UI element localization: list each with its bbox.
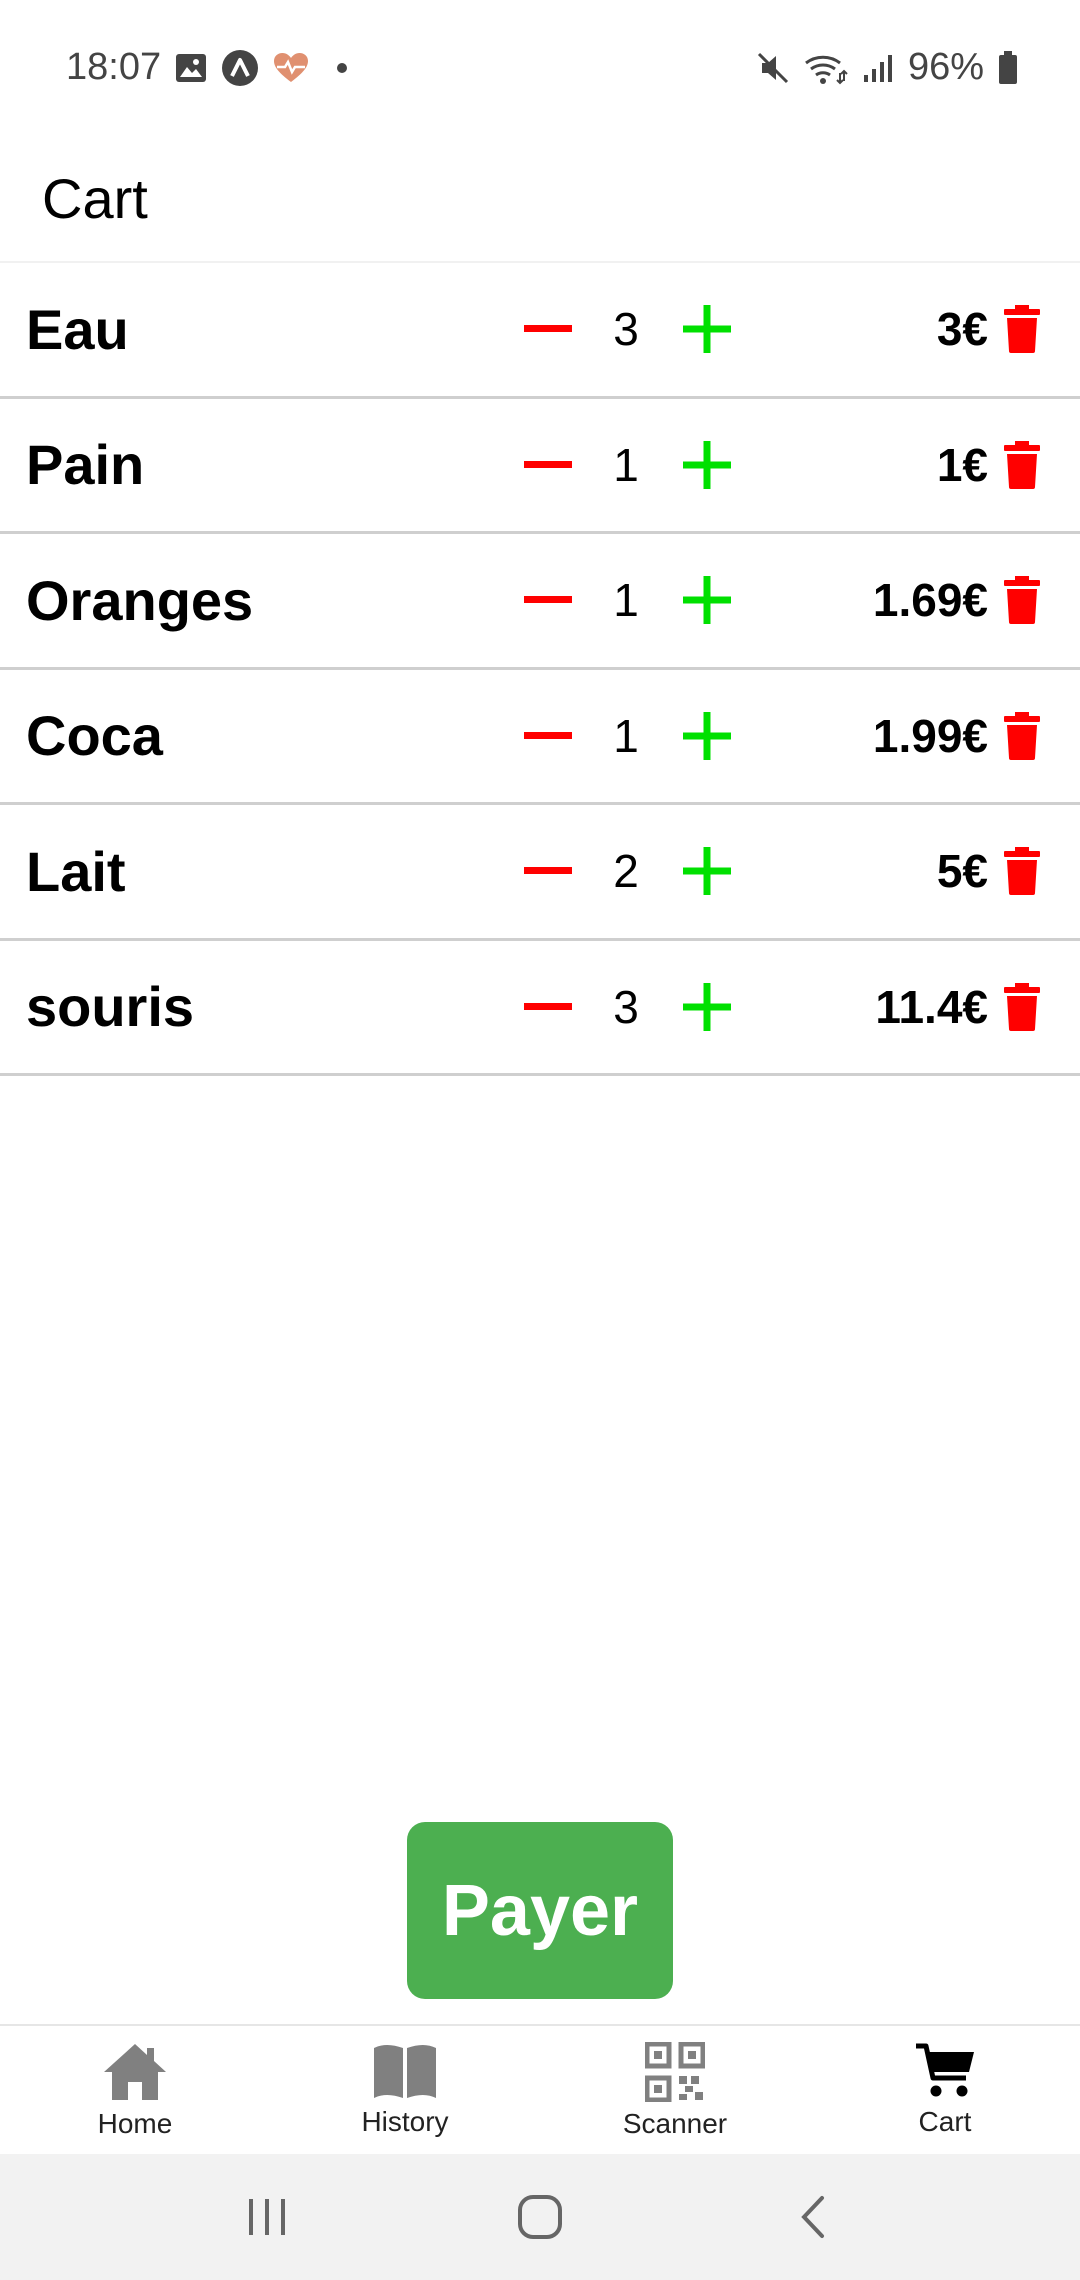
minus-icon — [524, 596, 572, 604]
minus-icon — [524, 731, 572, 739]
trash-icon — [1004, 576, 1040, 625]
minus-icon — [524, 867, 572, 875]
qr-code-icon — [645, 2042, 705, 2102]
delete-item-button[interactable] — [1002, 710, 1042, 762]
item-price: 3€ — [936, 303, 988, 356]
tab-home[interactable]: Home — [0, 2026, 270, 2154]
image-icon — [175, 53, 207, 83]
item-price: 1€ — [936, 438, 988, 491]
item-name: Coca — [26, 704, 163, 768]
wifi-icon — [804, 51, 848, 85]
delete-item-button[interactable] — [1002, 303, 1042, 355]
status-bar: 18:07 96% — [0, 0, 1080, 135]
trash-icon — [1004, 305, 1040, 354]
mute-icon — [756, 51, 790, 85]
app-header: Cart — [0, 135, 1080, 263]
decrease-quantity-button[interactable] — [523, 304, 573, 354]
decrease-quantity-button[interactable] — [523, 575, 573, 625]
status-time: 18:07 — [66, 46, 162, 88]
pay-button[interactable]: Payer — [407, 1822, 673, 1999]
quantity-value: 1 — [613, 574, 639, 627]
decrease-quantity-button[interactable] — [523, 440, 573, 490]
bottom-tab-bar: Home History Scanner Cart — [0, 2024, 1080, 2154]
recents-icon — [248, 2199, 285, 2235]
recent-apps-button[interactable] — [227, 2177, 307, 2257]
increase-quantity-button[interactable] — [682, 575, 732, 625]
cart-icon — [916, 2043, 974, 2097]
delete-item-button[interactable] — [1002, 981, 1042, 1033]
status-bar-right: 96% — [756, 46, 1018, 89]
delete-item-button[interactable] — [1002, 574, 1042, 626]
plus-icon — [683, 305, 731, 354]
plus-icon — [683, 576, 731, 625]
cart-row: Oranges 1 1.69€ — [0, 534, 1080, 670]
status-bar-left: 18:07 — [66, 46, 348, 89]
item-name: Lait — [26, 839, 126, 903]
increase-quantity-button[interactable] — [682, 440, 732, 490]
item-price: 1.99€ — [872, 709, 988, 762]
quantity-value: 1 — [613, 438, 639, 491]
system-navigation-bar — [0, 2154, 1080, 2280]
item-name: Pain — [26, 433, 145, 497]
tab-label: History — [361, 2106, 449, 2137]
plus-icon — [683, 440, 731, 489]
cart-row: Eau 3 3€ — [0, 263, 1080, 399]
decrease-quantity-button[interactable] — [523, 846, 573, 896]
tab-label: Cart — [918, 2106, 972, 2137]
tab-label: Scanner — [622, 2108, 728, 2139]
back-nav-button[interactable] — [773, 2177, 853, 2257]
heart-pulse-icon — [273, 52, 309, 84]
cart-row: souris 3 11.4€ — [0, 941, 1080, 1076]
increase-quantity-button[interactable] — [682, 304, 732, 354]
quantity-value: 1 — [613, 709, 639, 762]
increase-quantity-button[interactable] — [682, 846, 732, 896]
delete-item-button[interactable] — [1002, 439, 1042, 491]
app-a-icon — [221, 49, 259, 87]
tab-history[interactable]: History — [270, 2026, 540, 2154]
increase-quantity-button[interactable] — [682, 982, 732, 1032]
trash-icon — [1004, 982, 1040, 1031]
decrease-quantity-button[interactable] — [523, 982, 573, 1032]
tab-cart[interactable]: Cart — [810, 2026, 1080, 2154]
plus-icon — [683, 982, 731, 1031]
trash-icon — [1004, 440, 1040, 489]
cart-row: Lait 2 5€ — [0, 805, 1080, 941]
book-icon — [374, 2045, 436, 2098]
minus-icon — [524, 1002, 572, 1010]
delete-item-button[interactable] — [1002, 845, 1042, 897]
cart-list: Eau 3 3€ Pain 1 1€ Oranges 1 1.69€ Coca … — [0, 263, 1080, 1076]
dot-icon — [337, 62, 348, 73]
signal-icon — [862, 53, 894, 83]
home-nav-button[interactable] — [500, 2177, 580, 2257]
tab-label: Home — [97, 2108, 173, 2139]
quantity-value: 3 — [613, 980, 639, 1033]
battery-percent: 96% — [907, 46, 984, 88]
back-icon — [801, 2196, 825, 2238]
trash-icon — [1004, 847, 1040, 896]
home-icon — [104, 2044, 166, 2100]
plus-icon — [683, 847, 731, 896]
home-circle-icon — [517, 2195, 562, 2239]
tab-scanner[interactable]: Scanner — [540, 2026, 810, 2154]
item-price: 5€ — [936, 845, 988, 898]
quantity-value: 2 — [613, 845, 639, 898]
plus-icon — [683, 711, 731, 760]
trash-icon — [1004, 711, 1040, 760]
cart-row: Pain 1 1€ — [0, 399, 1080, 534]
item-price: 1.69€ — [872, 574, 988, 627]
quantity-value: 3 — [613, 303, 639, 356]
item-name: Eau — [26, 297, 129, 361]
battery-icon — [998, 50, 1018, 85]
page-title: Cart — [42, 166, 148, 230]
item-name: souris — [26, 975, 195, 1039]
increase-quantity-button[interactable] — [682, 711, 732, 761]
item-price: 11.4€ — [875, 980, 988, 1033]
item-name: Oranges — [26, 568, 254, 632]
cart-row: Coca 1 1.99€ — [0, 670, 1080, 805]
decrease-quantity-button[interactable] — [523, 711, 573, 761]
minus-icon — [524, 460, 572, 468]
minus-icon — [524, 325, 572, 333]
